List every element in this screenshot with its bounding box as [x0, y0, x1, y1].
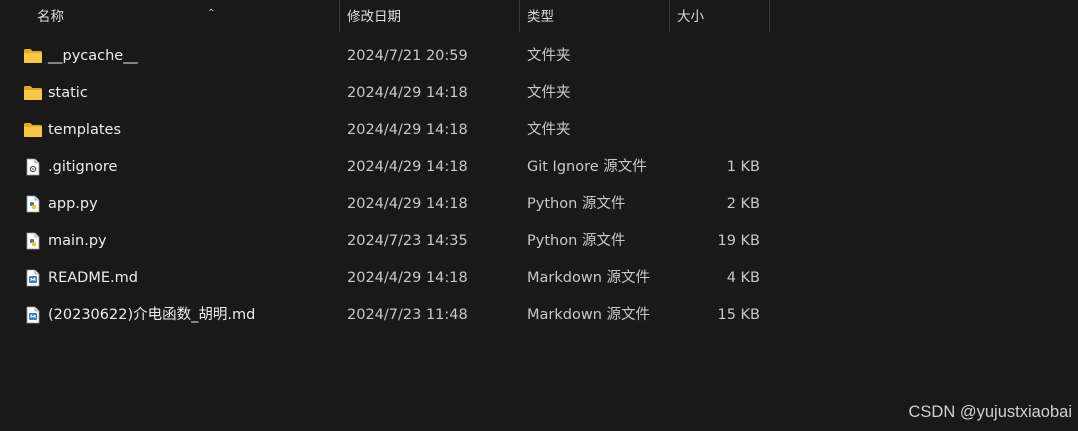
column-header-type[interactable]: 类型 — [519, 0, 670, 32]
file-date: 2024/4/29 14:18 — [347, 196, 468, 212]
column-header-date-label: 修改日期 — [347, 9, 401, 25]
file-date: 2024/7/21 20:59 — [347, 48, 468, 64]
column-header-size[interactable]: 大小 — [669, 0, 770, 32]
file-row[interactable]: __pycache__ 2024/7/21 20:59 文件夹 — [0, 38, 770, 75]
file-list: __pycache__ 2024/7/21 20:59 文件夹 static 2… — [0, 38, 770, 334]
file-date: 2024/4/29 14:18 — [347, 270, 468, 286]
file-size: 15 KB — [717, 307, 760, 323]
column-header-bar: 名称 ⌃ 修改日期 类型 大小 — [0, 0, 770, 32]
file-row[interactable]: app.py 2024/4/29 14:18 Python 源文件 2 KB — [0, 186, 770, 223]
file-size: 2 KB — [726, 196, 760, 212]
file-row[interactable]: main.py 2024/7/23 14:35 Python 源文件 19 KB — [0, 223, 770, 260]
folder-icon — [23, 84, 43, 102]
file-date: 2024/4/29 14:18 — [347, 122, 468, 138]
file-name: __pycache__ — [48, 48, 138, 64]
file-name: templates — [48, 122, 122, 138]
file-row[interactable]: (20230622)介电函数_胡明.md 2024/7/23 11:48 Mar… — [0, 297, 770, 334]
python-file-icon — [23, 232, 43, 250]
file-type: 文件夹 — [527, 85, 571, 101]
markdown-file-icon — [23, 269, 43, 287]
file-explorer-window: 名称 ⌃ 修改日期 类型 大小 __pycache__ 2024/7/21 20… — [0, 0, 1078, 431]
file-type: 文件夹 — [527, 122, 571, 138]
column-header-type-label: 类型 — [527, 9, 554, 25]
file-size: 4 KB — [726, 270, 760, 286]
file-row[interactable]: static 2024/4/29 14:18 文件夹 — [0, 75, 770, 112]
file-name: static — [48, 85, 88, 101]
column-header-name-label: 名称 — [37, 9, 64, 25]
file-size — [669, 75, 760, 112]
file-date: 2024/7/23 14:35 — [347, 233, 468, 249]
file-type: Python 源文件 — [527, 196, 626, 212]
file-name: app.py — [48, 196, 98, 212]
file-type: Markdown 源文件 — [527, 307, 650, 323]
file-type: Markdown 源文件 — [527, 270, 650, 286]
folder-icon — [23, 121, 43, 139]
file-date: 2024/7/23 11:48 — [347, 307, 468, 323]
file-size — [669, 38, 760, 75]
sort-ascending-icon: ⌃ — [207, 8, 216, 19]
column-header-size-label: 大小 — [677, 9, 704, 25]
file-type: Git Ignore 源文件 — [527, 159, 647, 175]
file-name: README.md — [48, 270, 138, 286]
watermark-text: CSDN @yujustxiaobai — [908, 403, 1072, 421]
python-file-icon — [23, 195, 43, 213]
file-date: 2024/4/29 14:18 — [347, 85, 468, 101]
markdown-file-icon — [23, 306, 43, 324]
file-row[interactable]: templates 2024/4/29 14:18 文件夹 — [0, 112, 770, 149]
file-type: 文件夹 — [527, 48, 571, 64]
file-name: .gitignore — [48, 159, 118, 175]
folder-icon — [23, 47, 43, 65]
file-size — [669, 112, 760, 149]
file-row[interactable]: .gitignore 2024/4/29 14:18 Git Ignore 源文… — [0, 149, 770, 186]
gitignore-file-icon — [23, 158, 43, 176]
file-date: 2024/4/29 14:18 — [347, 159, 468, 175]
file-row[interactable]: README.md 2024/4/29 14:18 Markdown 源文件 4… — [0, 260, 770, 297]
file-name: main.py — [48, 233, 107, 249]
column-header-date[interactable]: 修改日期 — [339, 0, 520, 32]
file-size: 1 KB — [726, 159, 760, 175]
column-divider[interactable] — [769, 0, 770, 32]
column-header-name[interactable]: 名称 ⌃ — [29, 0, 340, 32]
file-size: 19 KB — [717, 233, 760, 249]
file-name: (20230622)介电函数_胡明.md — [48, 307, 256, 323]
file-type: Python 源文件 — [527, 233, 626, 249]
